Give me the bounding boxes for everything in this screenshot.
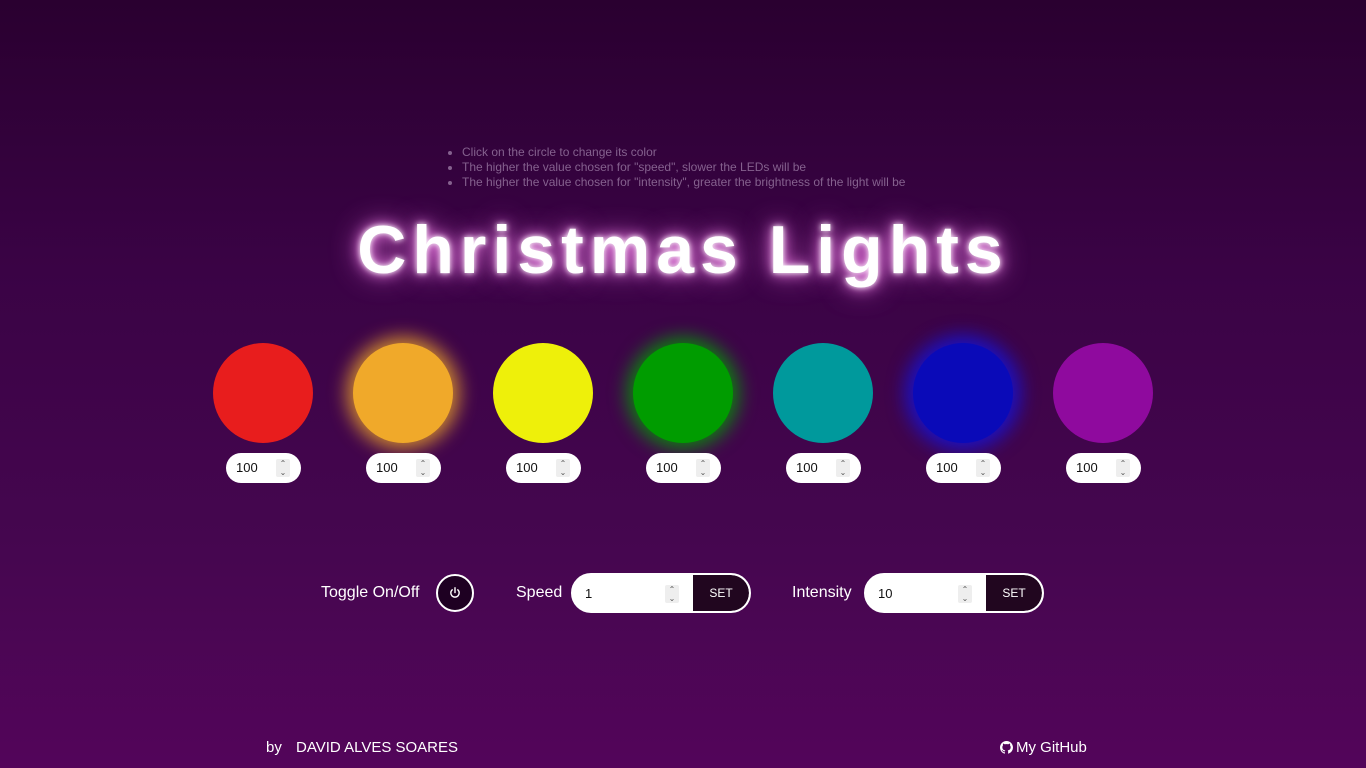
light-value-input[interactable]: 100 ⌃ ⌄ xyxy=(926,453,1001,483)
github-label: My GitHub xyxy=(1016,739,1087,756)
number-spinner[interactable]: ⌃ ⌄ xyxy=(976,459,990,477)
controls-bar: Toggle On/Off Speed 1 ⌃ ⌄ SET Intensity … xyxy=(0,573,1366,613)
light-value: 100 xyxy=(1076,460,1098,475)
light-bulb[interactable] xyxy=(913,343,1013,443)
light-5: 100 ⌃ ⌄ xyxy=(773,343,873,483)
number-spinner[interactable]: ⌃ ⌄ xyxy=(958,585,972,603)
author-name: DAVID ALVES SOARES xyxy=(296,739,459,756)
light-value: 100 xyxy=(376,460,398,475)
toggle-label: Toggle On/Off xyxy=(321,584,420,601)
chevron-up-icon[interactable]: ⌃ xyxy=(416,459,430,468)
chevron-down-icon[interactable]: ⌄ xyxy=(836,468,850,477)
toggle-power-button[interactable] xyxy=(436,574,474,612)
chevron-down-icon[interactable]: ⌄ xyxy=(665,594,679,603)
light-bulb[interactable] xyxy=(353,343,453,443)
instruction-item: Click on the circle to change its color xyxy=(462,145,905,160)
light-bulb[interactable] xyxy=(1053,343,1153,443)
light-value-input[interactable]: 100 ⌃ ⌄ xyxy=(646,453,721,483)
page-title: Christmas Lights xyxy=(357,212,1009,288)
light-1: 100 ⌃ ⌄ xyxy=(213,343,313,483)
chevron-down-icon[interactable]: ⌄ xyxy=(276,468,290,477)
chevron-down-icon[interactable]: ⌄ xyxy=(696,468,710,477)
number-spinner[interactable]: ⌃ ⌄ xyxy=(665,585,679,603)
light-value: 100 xyxy=(516,460,538,475)
light-value-input[interactable]: 100 ⌃ ⌄ xyxy=(786,453,861,483)
chevron-up-icon[interactable]: ⌃ xyxy=(1116,459,1130,468)
light-6: 100 ⌃ ⌄ xyxy=(913,343,1013,483)
chevron-up-icon[interactable]: ⌃ xyxy=(836,459,850,468)
speed-input-group: 1 ⌃ ⌄ SET xyxy=(571,573,751,613)
power-icon xyxy=(450,587,460,598)
author-credit: by DAVID ALVES SOARES xyxy=(266,740,458,756)
number-spinner[interactable]: ⌃ ⌄ xyxy=(416,459,430,477)
instruction-item: The higher the value chosen for "intensi… xyxy=(462,175,905,190)
light-bulb[interactable] xyxy=(213,343,313,443)
chevron-down-icon[interactable]: ⌄ xyxy=(556,468,570,477)
intensity-input-group: 10 ⌃ ⌄ SET xyxy=(864,573,1044,613)
number-spinner[interactable]: ⌃ ⌄ xyxy=(836,459,850,477)
chevron-down-icon[interactable]: ⌄ xyxy=(416,468,430,477)
chevron-up-icon[interactable]: ⌃ xyxy=(276,459,290,468)
light-value-input[interactable]: 100 ⌃ ⌄ xyxy=(366,453,441,483)
intensity-input[interactable]: 10 xyxy=(878,587,892,601)
chevron-up-icon[interactable]: ⌃ xyxy=(665,585,679,594)
light-value: 100 xyxy=(236,460,258,475)
speed-set-button[interactable]: SET xyxy=(693,575,749,611)
chevron-up-icon[interactable]: ⌃ xyxy=(696,459,710,468)
lights-row: 100 ⌃ ⌄ 100 ⌃ ⌄ 100 ⌃ ⌄ 100 ⌃ ⌄ 100 ⌃ ⌄ … xyxy=(213,343,1153,488)
light-value-input[interactable]: 100 ⌃ ⌄ xyxy=(226,453,301,483)
light-value-input[interactable]: 100 ⌃ ⌄ xyxy=(1066,453,1141,483)
light-bulb[interactable] xyxy=(633,343,733,443)
light-2: 100 ⌃ ⌄ xyxy=(353,343,453,483)
light-value: 100 xyxy=(656,460,678,475)
light-value-input[interactable]: 100 ⌃ ⌄ xyxy=(506,453,581,483)
by-label: by xyxy=(266,739,282,756)
light-bulb[interactable] xyxy=(773,343,873,443)
light-value: 100 xyxy=(936,460,958,475)
number-spinner[interactable]: ⌃ ⌄ xyxy=(696,459,710,477)
intensity-set-button[interactable]: SET xyxy=(986,575,1042,611)
github-link[interactable]: My GitHub xyxy=(1000,740,1087,756)
speed-label: Speed xyxy=(516,584,563,601)
light-7: 100 ⌃ ⌄ xyxy=(1053,343,1153,483)
intensity-label: Intensity xyxy=(792,584,852,601)
chevron-down-icon[interactable]: ⌄ xyxy=(1116,468,1130,477)
number-spinner[interactable]: ⌃ ⌄ xyxy=(556,459,570,477)
light-value: 100 xyxy=(796,460,818,475)
github-icon xyxy=(1000,741,1013,754)
chevron-up-icon[interactable]: ⌃ xyxy=(958,585,972,594)
instructions-list: Click on the circle to change its color … xyxy=(450,145,905,190)
speed-input[interactable]: 1 xyxy=(585,587,592,601)
chevron-down-icon[interactable]: ⌄ xyxy=(958,594,972,603)
chevron-up-icon[interactable]: ⌃ xyxy=(556,459,570,468)
instruction-item: The higher the value chosen for "speed",… xyxy=(462,160,905,175)
number-spinner[interactable]: ⌃ ⌄ xyxy=(1116,459,1130,477)
light-3: 100 ⌃ ⌄ xyxy=(493,343,593,483)
light-4: 100 ⌃ ⌄ xyxy=(633,343,733,483)
number-spinner[interactable]: ⌃ ⌄ xyxy=(276,459,290,477)
chevron-up-icon[interactable]: ⌃ xyxy=(976,459,990,468)
chevron-down-icon[interactable]: ⌄ xyxy=(976,468,990,477)
light-bulb[interactable] xyxy=(493,343,593,443)
